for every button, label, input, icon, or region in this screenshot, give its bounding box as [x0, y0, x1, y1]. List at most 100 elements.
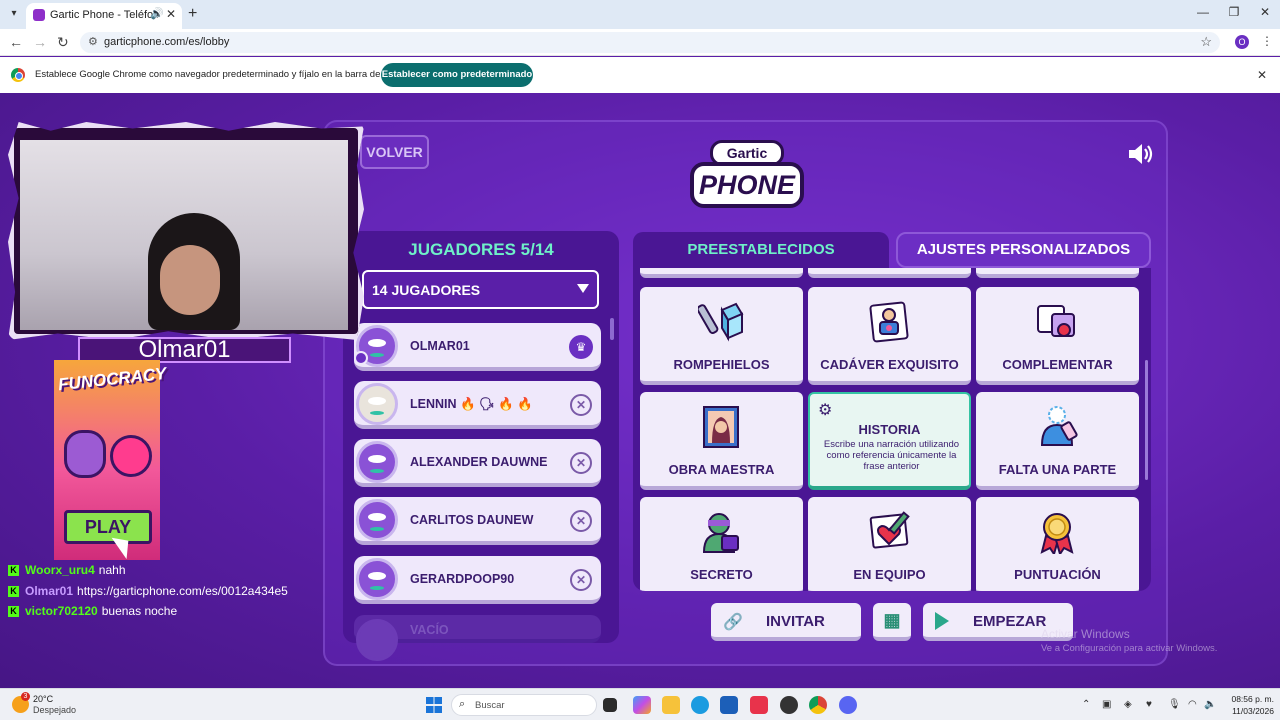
discord-icon[interactable] [839, 696, 857, 714]
start-menu-icon[interactable] [426, 697, 442, 713]
speaker-icon[interactable]: 🔊 [150, 7, 164, 20]
hammer-cube-icon [698, 302, 744, 342]
close-infobar-icon[interactable]: ✕ [1257, 68, 1267, 82]
mode-label: HISTORIA [858, 422, 921, 437]
copilot-icon[interactable] [633, 696, 651, 714]
back-button[interactable]: VOLVER [360, 135, 429, 169]
kick-player-icon[interactable]: ✕ [570, 510, 592, 532]
modes-scrollbar[interactable] [1145, 360, 1148, 480]
kick-icon: K [8, 565, 19, 577]
close-tab-icon[interactable]: ✕ [166, 7, 176, 21]
tab-gartic-phone[interactable]: Gartic Phone - Teléfono De 🔊 ✕ [26, 3, 182, 29]
empty-avatar [356, 619, 398, 661]
gear-icon[interactable]: ⚙ [818, 400, 832, 420]
tray-app-icon[interactable]: ▣ [1102, 699, 1111, 710]
chat-text: buenas noche [101, 604, 178, 618]
players-scrollbar[interactable] [610, 318, 614, 340]
player-avatar [356, 558, 398, 600]
weather-temp: 20°C [33, 694, 54, 704]
url-field[interactable]: ⚙ garticphone.com/es/lobby ☆ [80, 32, 1220, 53]
site-info-icon[interactable]: ⚙ [88, 35, 98, 48]
portrait-icon [869, 301, 909, 343]
max-players-select[interactable]: 14 JUGADORES [362, 270, 599, 309]
player-name: CARLITOS DAUNEW [410, 513, 534, 527]
favicon-icon [33, 9, 45, 21]
ad-character-icon [110, 435, 152, 477]
mode-description: Escribe una narración utilizando como re… [823, 439, 960, 472]
tab-presets[interactable]: PREESTABLECIDOS [633, 232, 889, 270]
menu-kebab-icon[interactable]: ⋮ [1261, 34, 1273, 48]
player-row: GERARDPOOP90 ✕ [354, 556, 601, 604]
mode-card-hidden[interactable] [808, 268, 971, 278]
sound-icon[interactable] [1128, 143, 1154, 165]
host-badge-icon [354, 351, 368, 365]
chat-message: Kvictor702120 buenas noche [8, 604, 288, 625]
players-title: JUGADORES 5/14 [408, 240, 554, 259]
chat-message: K Olmar01 https://garticphone.com/es/0012a… [8, 584, 288, 605]
tray-chevron-icon[interactable]: ⌃ [1082, 699, 1090, 710]
reload-icon[interactable]: ↻ [57, 34, 69, 51]
player-avatar [356, 499, 398, 541]
profile-avatar[interactable]: O [1235, 35, 1249, 49]
chrome-taskbar-icon[interactable] [809, 696, 827, 714]
mode-label: PUNTUACIÓN [1014, 567, 1101, 582]
new-tab-icon[interactable]: + [188, 5, 197, 23]
obs-icon[interactable] [780, 696, 798, 714]
ad-character-icon [64, 430, 106, 478]
tray-app-icon[interactable]: ◈ [1124, 699, 1132, 710]
tab-search-icon[interactable]: ▾ [6, 6, 22, 22]
player-avatar [356, 441, 398, 483]
file-explorer-icon[interactable] [662, 696, 680, 714]
wifi-icon[interactable]: ◠ [1188, 699, 1197, 710]
invite-label: INVITAR [766, 613, 825, 630]
back-icon[interactable]: ← [9, 34, 23, 50]
task-view-icon[interactable] [603, 698, 617, 712]
kick-icon: K [8, 606, 19, 618]
mode-label: COMPLEMENTAR [1002, 357, 1113, 372]
mode-card-hidden[interactable] [976, 268, 1139, 278]
mode-rompehielos[interactable]: ROMPEHIELOS [640, 287, 803, 385]
watermark-line1: Activar Windows [1041, 627, 1130, 641]
tab-strip: ▾ Gartic Phone - Teléfono De 🔊 ✕ + — ❐ ✕ [0, 0, 1280, 29]
invite-button[interactable]: 🔗 INVITAR [711, 603, 861, 641]
kick-player-icon[interactable]: ✕ [570, 394, 592, 416]
modes-grid: ROMPEHIELOS CADÁVER EXQUISITO COMPLEMENT… [633, 268, 1151, 591]
restore-icon[interactable]: ❐ [1219, 5, 1249, 19]
capcut-icon[interactable] [750, 696, 768, 714]
forward-icon[interactable]: → [33, 34, 47, 50]
mode-complementar[interactable]: COMPLEMENTAR [976, 287, 1139, 385]
mode-falta-una-parte[interactable]: FALTA UNA PARTE [976, 392, 1139, 490]
mode-historia-selected[interactable]: ⚙ HISTORIA Escribe una narración utiliza… [808, 392, 971, 490]
tab-custom-settings[interactable]: AJUSTES PERSONALIZADOS [896, 232, 1151, 268]
ninja-icon [702, 513, 739, 553]
set-default-button[interactable]: Establecer como predeterminado [381, 63, 533, 87]
mode-cadaver-exquisito[interactable]: CADÁVER EXQUISITO [808, 287, 971, 385]
weather-desc: Despejado [33, 705, 77, 715]
chat-user: Woorx_uru4 [25, 563, 95, 577]
store-icon[interactable] [720, 696, 738, 714]
clock-date: 11/03/2026 [1232, 706, 1274, 716]
mode-card-hidden[interactable] [640, 268, 803, 278]
close-window-icon[interactable]: ✕ [1250, 5, 1280, 19]
taskbar-search[interactable]: ⌕ Buscar [451, 694, 597, 716]
qr-code-button[interactable]: ▦ [873, 603, 911, 641]
system-clock[interactable]: 08:56 p. m. 11/03/2026 [1224, 693, 1274, 717]
volume-icon[interactable]: 🔈 [1204, 699, 1216, 710]
windows-taskbar: 3 20°C Despejado ⌕ Buscar ⌃ ▣ ◈ ♥ 🎙 ◠ 🔈 … [0, 688, 1280, 720]
minimize-icon[interactable]: — [1188, 5, 1218, 19]
bookmark-star-icon[interactable]: ☆ [1200, 34, 1212, 50]
watermark-line2: Ve a Configuración para activar Windows. [1041, 643, 1218, 654]
mode-puntuacion[interactable]: PUNTUACIÓN [976, 497, 1139, 591]
kick-player-icon[interactable]: ✕ [570, 569, 592, 591]
edge-icon[interactable] [691, 696, 709, 714]
tab-title: Gartic Phone - Teléfono De [50, 9, 158, 21]
mode-label: EN EQUIPO [853, 567, 926, 582]
mode-secreto[interactable]: SECRETO [640, 497, 803, 591]
mode-obra-maestra[interactable]: OBRA MAESTRA [640, 392, 803, 490]
microphone-icon[interactable]: 🎙 [1168, 699, 1181, 710]
tray-app-icon[interactable]: ♥ [1146, 699, 1152, 710]
kick-player-icon[interactable]: ✕ [570, 452, 592, 474]
logo-main-text: PHONE [690, 162, 804, 208]
player-row: OLMAR01 ♛ [354, 323, 601, 371]
mode-en-equipo[interactable]: EN EQUIPO [808, 497, 971, 591]
